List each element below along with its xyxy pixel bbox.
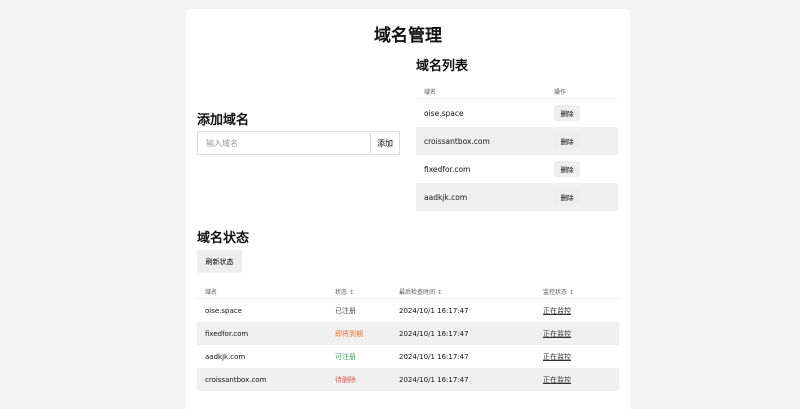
refresh-status-button[interactable]: 刷新状态 (197, 250, 242, 273)
table-row: croissantbox.com 删除 (416, 127, 618, 155)
header-action: 操作 (546, 84, 618, 99)
domain-cell: aadkjk.com (416, 183, 546, 211)
add-domain-title: 添加域名 (197, 113, 250, 128)
delete-button[interactable]: 删除 (554, 133, 580, 149)
table-row: aadkjk.com 删除 (416, 183, 618, 211)
monitor-toggle-link[interactable]: 正在监控 (543, 330, 571, 338)
domain-list-table: 域名 操作 oise.space 删除 croissantbox.com 删除 … (416, 84, 618, 211)
checked-time-cell: 2024/10/1 16:17:47 (391, 322, 535, 345)
header-status[interactable]: 状态 ↕ (327, 284, 391, 299)
status-badge: 可注册 (335, 352, 356, 361)
domain-cell: aadkjk.com (205, 352, 246, 361)
header-domain: 域名 (416, 84, 546, 99)
domain-list-title: 域名列表 (416, 59, 469, 74)
domain-status-title: 域名状态 (197, 231, 250, 246)
status-badge: 即将到期 (327, 322, 391, 345)
table-row: oise.space 已注册 2024/10/1 16:17:47 正在监控 (197, 299, 619, 323)
header-checked-label: 最后检查时间 (399, 288, 436, 296)
table-row: aadkjk.com 可注册 2024/10/1 16:17:47 正在监控 (197, 345, 619, 368)
monitor-toggle-link[interactable]: 正在监控 (543, 307, 571, 315)
sort-icon: ↕ (348, 288, 354, 296)
table-header-row: 域名 状态 ↕ 最后检查时间 ↕ 监控状态 ↕ (197, 284, 619, 299)
monitor-toggle-link[interactable]: 正在监控 (543, 376, 571, 384)
delete-button[interactable]: 删除 (554, 189, 580, 205)
header-checked-time[interactable]: 最后检查时间 ↕ (391, 284, 535, 299)
table-header-row: 域名 操作 (416, 84, 618, 99)
add-button[interactable]: 添加 (371, 131, 400, 155)
main-card: 域名管理 添加域名 添加 域名列表 域名 操作 oise.space 删除 cr… (186, 9, 630, 409)
domain-status-table: 域名 状态 ↕ 最后检查时间 ↕ 监控状态 ↕ oise.space 已注册 2… (197, 284, 619, 391)
header-status-label: 状态 (335, 288, 348, 296)
add-domain-form: 添加 (197, 131, 400, 155)
domain-cell: fixedfor.com (424, 164, 471, 174)
domain-cell: oise.space (205, 306, 242, 315)
domain-cell: croissantbox.com (416, 127, 546, 155)
monitor-toggle-link[interactable]: 正在监控 (543, 353, 571, 361)
header-monitor[interactable]: 监控状态 ↕ (535, 284, 619, 299)
status-badge: 已注册 (335, 306, 356, 315)
domain-cell: fixedfor.com (197, 322, 327, 345)
sort-icon: ↕ (568, 288, 574, 296)
header-monitor-label: 监控状态 (543, 288, 568, 296)
header-domain: 域名 (197, 284, 327, 299)
delete-button[interactable]: 删除 (554, 105, 580, 121)
delete-button[interactable]: 删除 (554, 161, 580, 177)
table-row: fixedfor.com 删除 (416, 155, 618, 183)
sort-icon: ↕ (436, 288, 442, 296)
checked-time-cell: 2024/10/1 16:17:47 (399, 306, 469, 315)
table-row: oise.space 删除 (416, 99, 618, 128)
domain-cell: oise.space (424, 108, 464, 118)
table-row: fixedfor.com 即将到期 2024/10/1 16:17:47 正在监… (197, 322, 619, 345)
checked-time-cell: 2024/10/1 16:17:47 (399, 352, 469, 361)
domain-input[interactable] (197, 131, 372, 155)
page-title: 域名管理 (374, 26, 442, 46)
